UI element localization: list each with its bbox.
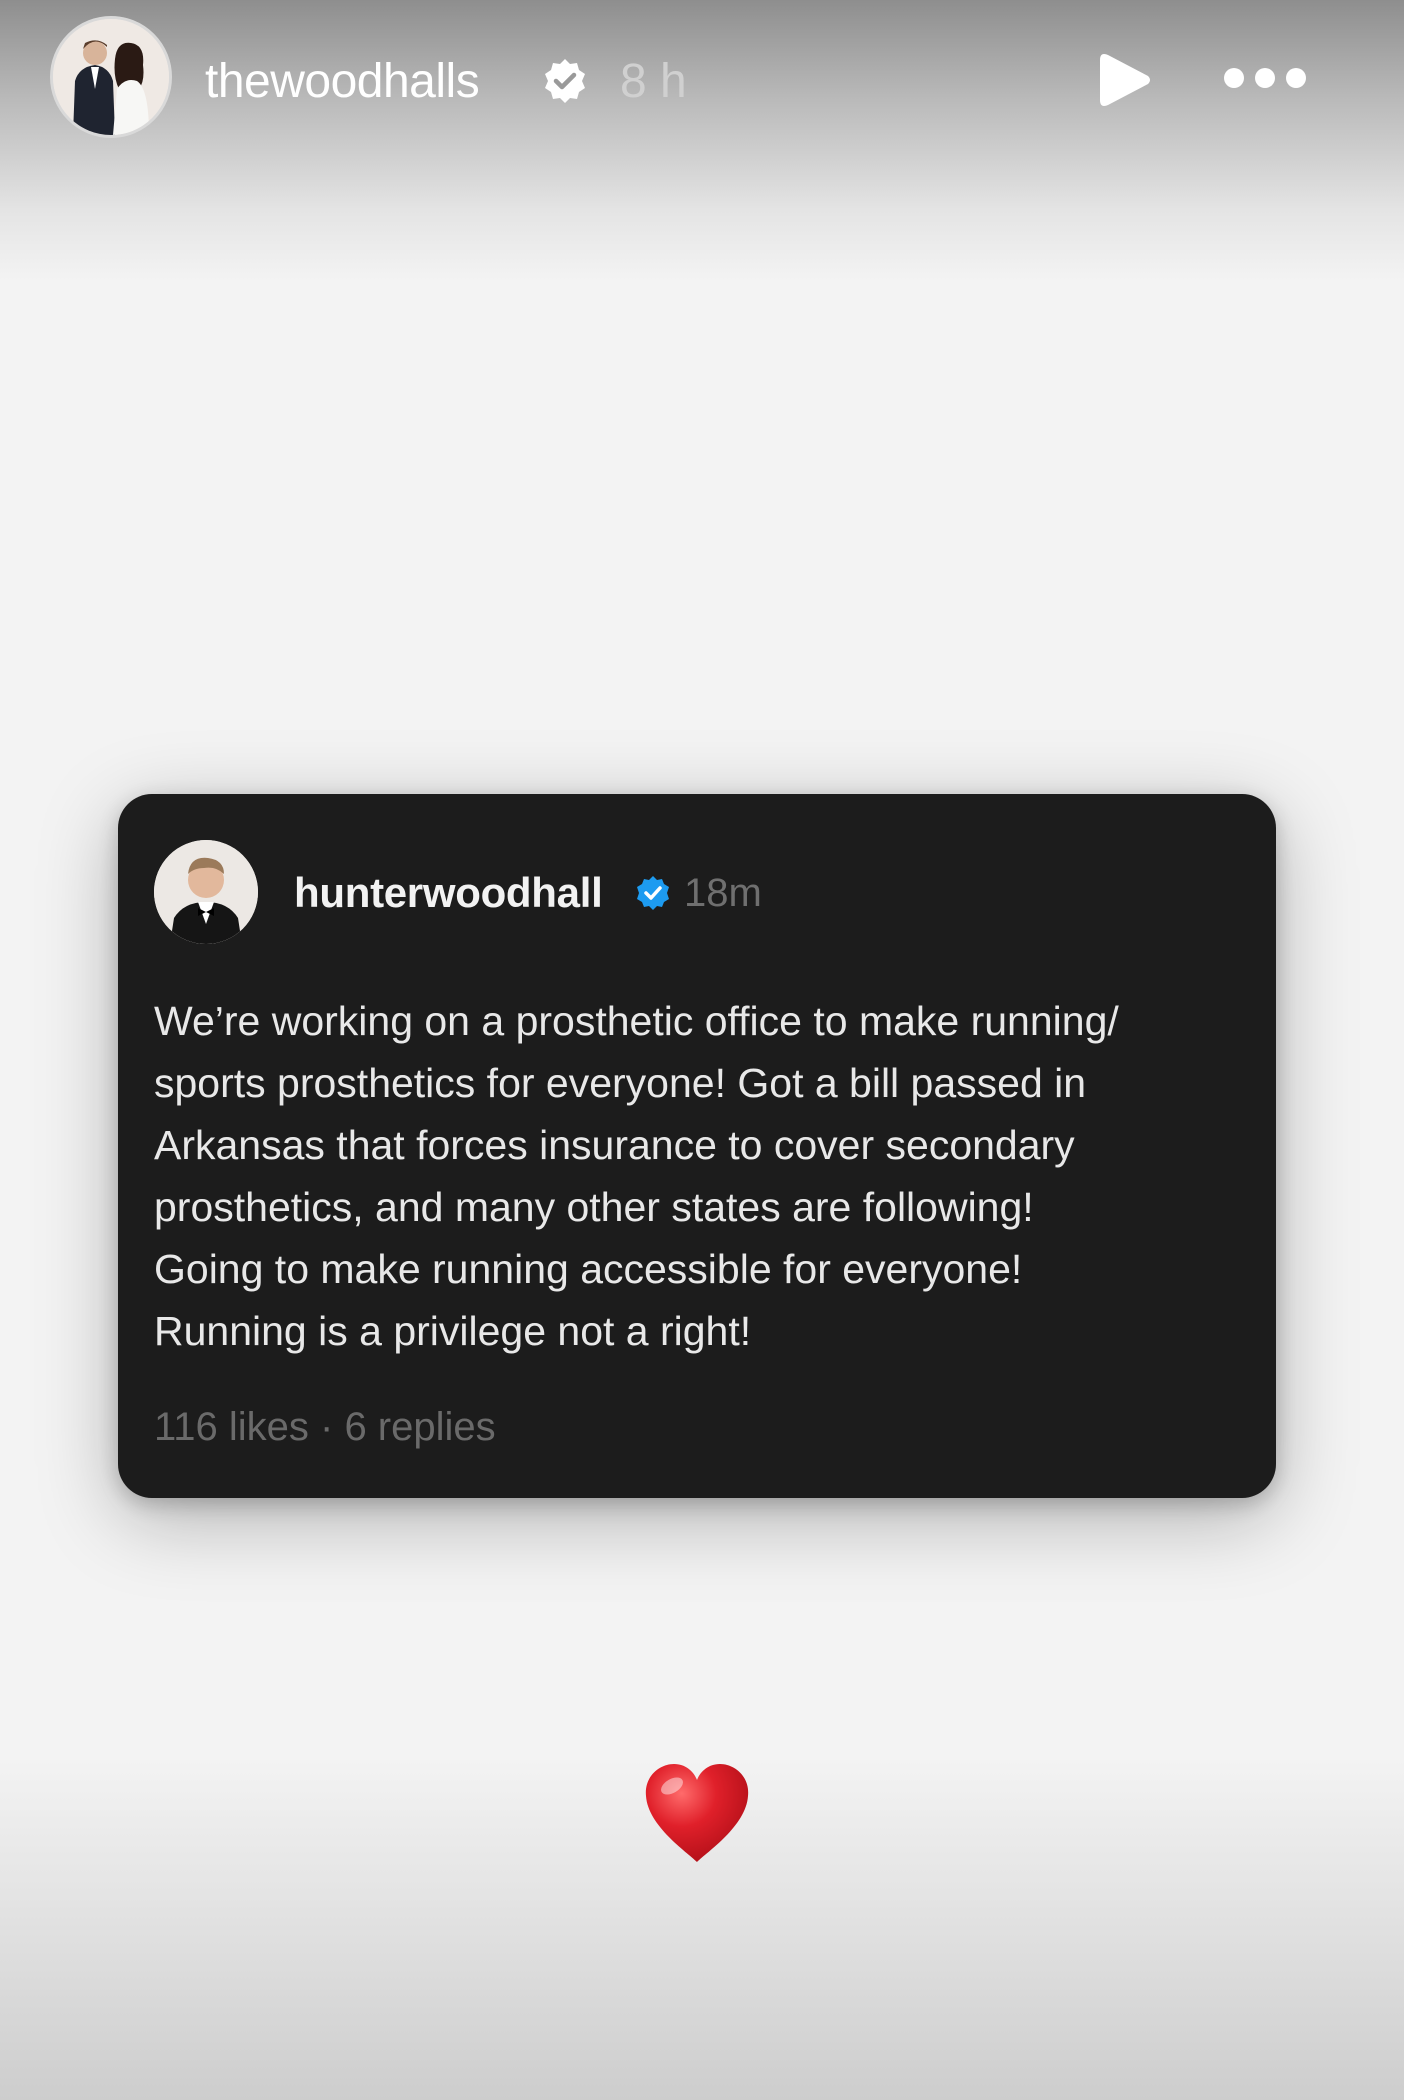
more-options-icon[interactable]: [1220, 56, 1310, 100]
heart-icon[interactable]: [642, 1762, 752, 1866]
play-icon[interactable]: [1092, 48, 1156, 112]
post-text-line: Arkansas that forces insurance to cover …: [154, 1122, 1075, 1168]
post-author-username[interactable]: hunterwoodhall: [294, 868, 603, 918]
story-username[interactable]: thewoodhalls: [205, 52, 480, 112]
post-text-line: We’re working on a prosthetic office to …: [154, 998, 1119, 1044]
avatar-man-image: [154, 840, 258, 944]
verified-badge-icon: [637, 876, 669, 910]
profile-avatar[interactable]: [50, 16, 172, 138]
story-timestamp: 8 h: [620, 55, 687, 108]
post-text-line: Running is a privilege not a right!: [154, 1308, 752, 1354]
post-stats[interactable]: 116 likes · 6 replies: [154, 1402, 496, 1452]
post-author-avatar[interactable]: [154, 840, 258, 944]
post-timestamp: 18m: [684, 871, 762, 915]
post-text: We’re working on a prosthetic office to …: [154, 990, 1244, 1362]
story-viewer: thewoodhalls 8 h hunterwoodhall 18m We’r…: [0, 0, 1404, 2100]
verified-badge-icon: [545, 59, 585, 103]
post-text-line: prosthetics, and many other states are f…: [154, 1184, 1034, 1230]
avatar-couple-image: [53, 19, 169, 135]
post-text-line: Going to make running accessible for eve…: [154, 1246, 1023, 1292]
shared-thread-post-card[interactable]: hunterwoodhall 18m We’re working on a pr…: [118, 794, 1276, 1498]
story-header: thewoodhalls 8 h: [0, 0, 1404, 160]
post-text-line: sports prosthetics for everyone! Got a b…: [154, 1060, 1087, 1106]
